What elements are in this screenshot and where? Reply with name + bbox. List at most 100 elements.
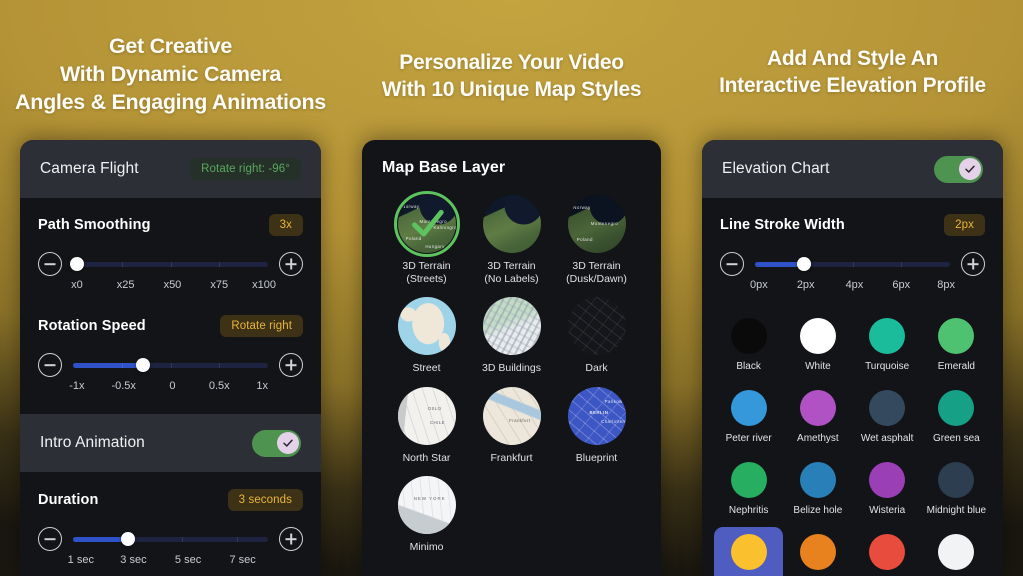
duration-plus-icon[interactable] bbox=[279, 527, 303, 551]
map-style-street[interactable]: Italy Rome Street bbox=[384, 297, 469, 375]
swatch-circle bbox=[730, 534, 767, 570]
map-style-dark[interactable]: Dark bbox=[554, 297, 639, 375]
line-stroke-width-minus-icon[interactable] bbox=[720, 252, 744, 276]
duration-slider-row bbox=[38, 527, 303, 551]
toggle-knob bbox=[958, 158, 981, 180]
color-swatch-midnight-blue[interactable]: Midnight blue bbox=[922, 455, 991, 522]
heading-middle-line-2: With 10 Unique Map Styles bbox=[381, 78, 642, 102]
rotation-speed-track bbox=[73, 362, 268, 368]
map-style-3d-terrain-dusk-dawn[interactable]: Norway Montenegro Poland 3D Terrain (Dus… bbox=[554, 195, 639, 286]
map-style-3d-terrain-no-labels[interactable]: 3D Terrain (No Labels) bbox=[469, 195, 554, 286]
color-swatch-clouds[interactable]: Clouds bbox=[922, 527, 991, 576]
color-swatch-turquoise[interactable]: Turquoise bbox=[853, 311, 922, 378]
color-swatch-black[interactable]: Black bbox=[714, 311, 783, 378]
color-swatch-amethyst[interactable]: Amethyst bbox=[783, 383, 852, 450]
scale-tick: -1x bbox=[69, 380, 85, 392]
duration-slider[interactable] bbox=[73, 527, 268, 551]
color-name: Black bbox=[736, 361, 761, 372]
swatch-circle bbox=[730, 390, 767, 426]
rotation-speed-minus-icon[interactable] bbox=[38, 353, 62, 377]
path-smoothing-thumb[interactable] bbox=[69, 257, 84, 271]
map-style-3d-buildings[interactable]: 3D Buildings bbox=[469, 297, 554, 375]
rotate-right-degrees-badge: Rotate right: -96° bbox=[190, 158, 301, 180]
map-style-label: 3D Terrain (No Labels) bbox=[484, 260, 538, 286]
map-style-3d-terrain-streets[interactable]: Norway Montenegro Kaliningrad Poland Hun… bbox=[384, 191, 469, 286]
duration-thumb[interactable] bbox=[120, 532, 135, 546]
path-smoothing-slider[interactable] bbox=[69, 252, 268, 276]
scale-tick: 1 sec bbox=[67, 554, 94, 566]
color-swatch-carrot[interactable]: Carrot bbox=[783, 527, 852, 576]
color-swatch-green-sea[interactable]: Green sea bbox=[922, 383, 991, 450]
color-swatch-peter-river[interactable]: Peter river bbox=[714, 383, 783, 450]
panel-elevation-chart: Elevation Chart Line Stroke Width 2px 0p… bbox=[702, 140, 1003, 576]
elevation-chart-label: Elevation Chart bbox=[722, 160, 830, 177]
line-stroke-width-plus-icon[interactable] bbox=[961, 252, 985, 276]
panel-gap bbox=[20, 402, 321, 414]
elevation-chart-row[interactable]: Elevation Chart bbox=[702, 140, 1003, 198]
line-stroke-width-track bbox=[755, 261, 950, 267]
camera-flight-title: Camera Flight bbox=[40, 160, 139, 177]
map-style-label-line1: 3D Terrain bbox=[402, 260, 451, 272]
line-stroke-width-thumb[interactable] bbox=[796, 257, 811, 271]
path-smoothing-plus-icon[interactable] bbox=[279, 252, 303, 276]
map-thumbnail: OSLO CHILE bbox=[397, 386, 456, 445]
map-style-label: Blueprint bbox=[575, 451, 618, 464]
thumbnail-labels: Frankfurt bbox=[509, 417, 531, 423]
line-stroke-width-scale: 0px 2px 4px 6px 8px bbox=[750, 279, 955, 295]
map-style-minimo[interactable]: NEW YORK Minimo bbox=[384, 475, 469, 554]
map-thumbnail bbox=[482, 195, 541, 253]
map-style-frankfurt[interactable]: Frankfurt Frankfurt bbox=[469, 386, 554, 465]
selected-check-icon bbox=[398, 195, 456, 253]
rotation-speed-thumb[interactable] bbox=[136, 358, 151, 372]
rotation-speed-slider-row bbox=[38, 353, 303, 377]
map-base-layer-title: Map Base Layer bbox=[382, 159, 506, 176]
duration-scale: 1 sec 3 sec 5 sec 7 sec bbox=[68, 554, 268, 570]
color-swatch-avomap[interactable]: AvoMap bbox=[714, 527, 784, 576]
map-thumbnail: Norway Montenegro Poland bbox=[567, 195, 626, 253]
path-smoothing-minus-icon[interactable] bbox=[38, 252, 62, 276]
map-style-blueprint[interactable]: BERLIN Pankow Charlottenburg Blueprint bbox=[554, 386, 639, 465]
color-name: Turquoise bbox=[865, 361, 910, 372]
scale-tick: x25 bbox=[116, 279, 135, 291]
color-name: Emerald bbox=[937, 361, 975, 372]
map-thumbnail: Frankfurt bbox=[482, 386, 541, 445]
thumbnail-labels: Italy Rome bbox=[423, 318, 441, 335]
thumbnail-labels: BERLIN Pankow Charlottenburg bbox=[589, 399, 626, 425]
scale-tick: 2px bbox=[796, 279, 815, 291]
color-swatch-wet-asphalt[interactable]: Wet asphalt bbox=[853, 383, 922, 450]
swatch-circle bbox=[799, 534, 836, 570]
swatch-circle bbox=[799, 462, 836, 498]
column-elevation-chart: Add And Style An Interactive Elevation P… bbox=[682, 0, 1023, 576]
scale-tick: x100 bbox=[252, 279, 277, 291]
color-swatch-wisteria[interactable]: Wisteria bbox=[853, 455, 922, 522]
intro-animation-row[interactable]: Intro Animation bbox=[20, 414, 321, 472]
map-style-label-line2: (No Labels) bbox=[484, 273, 539, 286]
scale-tick: x0 bbox=[71, 279, 83, 291]
swatch-circle bbox=[730, 318, 767, 354]
swatch-circle bbox=[869, 534, 906, 570]
map-style-label: Street bbox=[412, 362, 441, 375]
color-swatch-belize-hole[interactable]: Belize hole bbox=[783, 455, 852, 522]
map-style-label: Minimo bbox=[409, 540, 444, 553]
rotation-speed-ticks bbox=[73, 362, 268, 368]
duration-minus-icon[interactable] bbox=[38, 527, 62, 551]
check-icon bbox=[964, 165, 975, 173]
panel-camera-flight: Camera Flight Rotate right: -96° Path Sm… bbox=[20, 140, 321, 576]
swatch-circle bbox=[869, 318, 906, 354]
intro-animation-toggle[interactable] bbox=[252, 429, 301, 457]
line-stroke-width-slider[interactable] bbox=[755, 252, 950, 276]
heading-left-line-3: Angles & Engaging Animations bbox=[15, 89, 326, 114]
color-swatch-white[interactable]: White bbox=[783, 311, 852, 378]
map-style-north-star[interactable]: OSLO CHILE North Star bbox=[384, 386, 469, 465]
heading-middle: Personalize Your Video With 10 Unique Ma… bbox=[376, 49, 648, 104]
color-swatch-alizarin[interactable]: Alizarin bbox=[853, 527, 922, 576]
map-thumbnail bbox=[567, 297, 626, 356]
rotation-speed-plus-icon[interactable] bbox=[279, 353, 303, 377]
color-swatch-nephritis[interactable]: Nephritis bbox=[714, 455, 783, 522]
elevation-chart-toggle[interactable] bbox=[934, 155, 983, 183]
color-swatch-emerald[interactable]: Emerald bbox=[922, 311, 991, 378]
rotation-speed-slider[interactable] bbox=[73, 353, 268, 377]
panel-map-base-layer: Map Base Layer Norway Montenegro Kalinin… bbox=[362, 140, 661, 576]
map-thumbnail: BERLIN Pankow Charlottenburg bbox=[567, 386, 626, 445]
line-stroke-width-value-badge: 2px bbox=[944, 214, 985, 236]
